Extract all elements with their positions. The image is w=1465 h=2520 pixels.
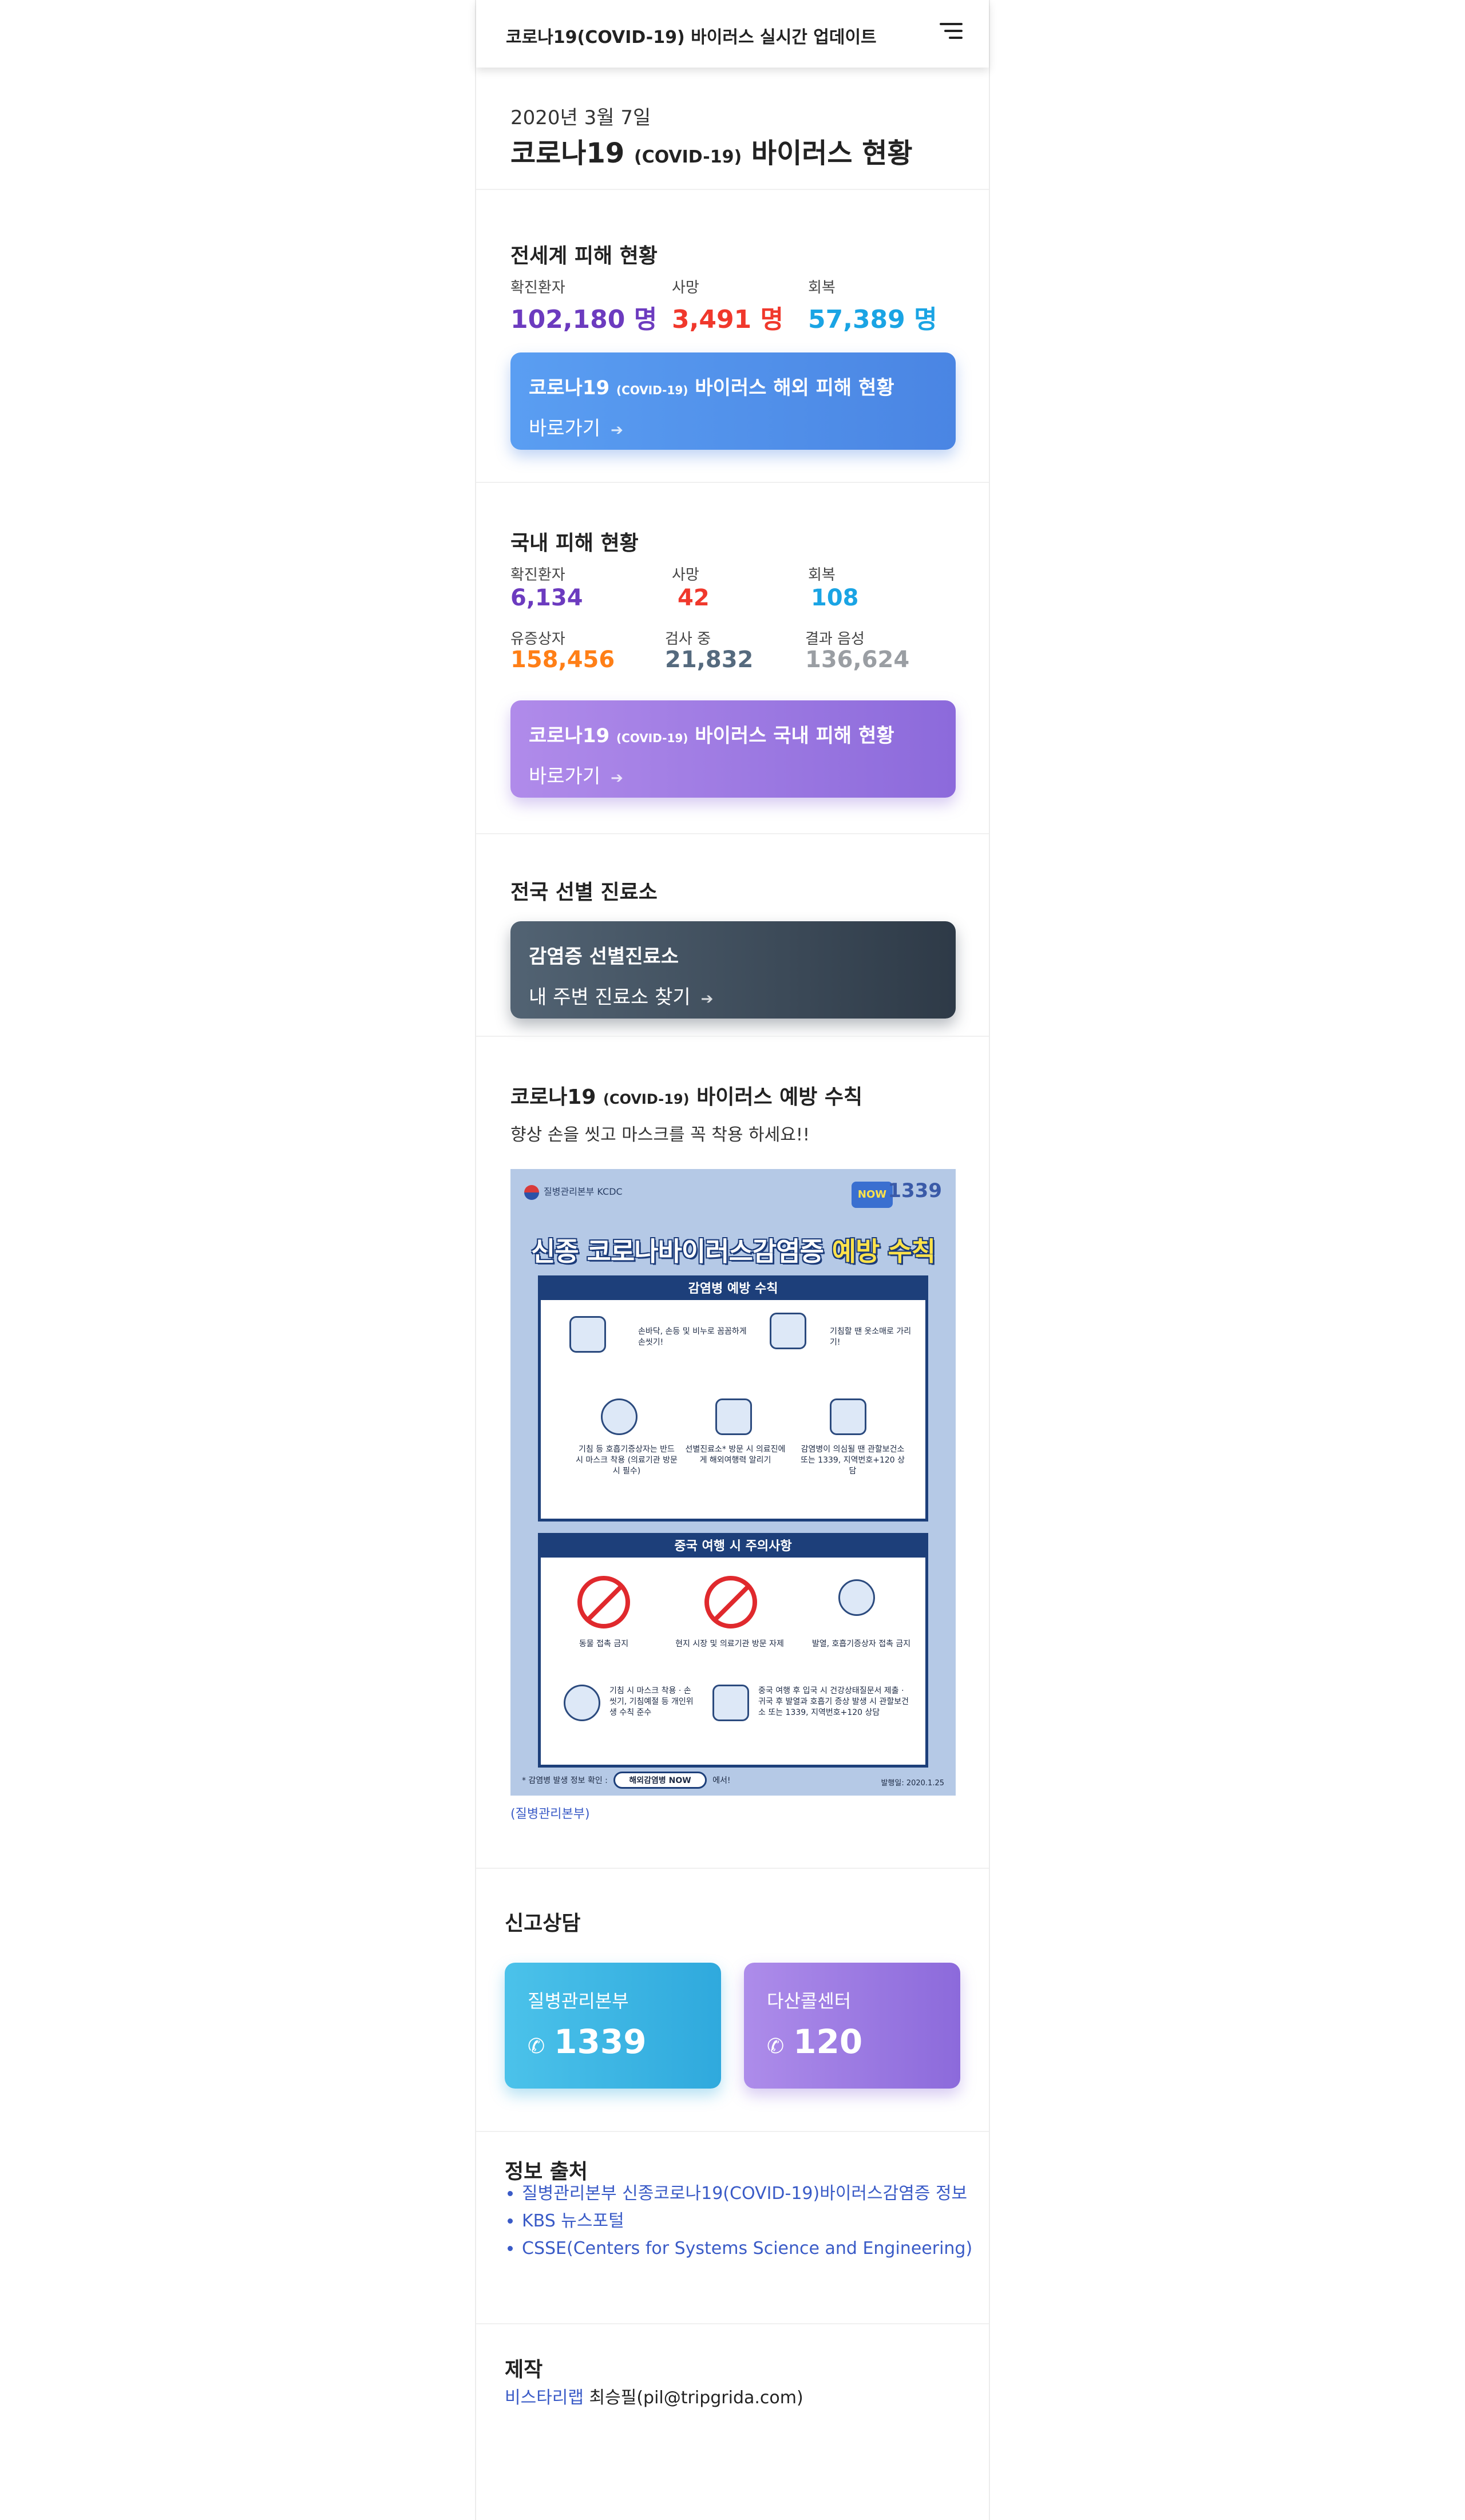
fever-person-icon	[838, 1579, 875, 1616]
domestic-suspected-value: 158,456	[510, 647, 615, 673]
domestic-recovered-value: 108	[811, 585, 859, 611]
source-link-csse[interactable]: CSSE(Centers for Systems Science and Eng…	[522, 2235, 972, 2263]
phone-icon: ✆	[528, 2035, 545, 2058]
travel-rule-market: 현지 시장 및 의료기관 방문 자제	[675, 1639, 784, 1649]
domestic-negative-value: 136,624	[805, 647, 910, 673]
cough-icon	[770, 1313, 806, 1349]
source-link-kcdc[interactable]: 질병관리본부 신종코로나19(COVID-19)바이러스감염증 정보	[522, 2180, 972, 2208]
world-heading: 전세계 피해 현황	[510, 244, 658, 268]
poster-source-link[interactable]: (질병관리본부)	[510, 1804, 590, 1822]
credits-org-link[interactable]: 비스타리랩	[505, 2388, 584, 2408]
travel-rule-return: 중국 여행 후 입국 시 건강상태질문서 제출 · 귀국 후 발열과 호흡기 증…	[758, 1686, 909, 1717]
kcdc-logo: 질병관리본부 KCDC	[524, 1184, 623, 1200]
credits-line: 비스타리랩 최승필(pil@tripgrida.com)	[505, 2383, 803, 2408]
page-container: 코로나19(COVID-19) 바이러스 실시간 업데이트 2020년 3월 7…	[475, 0, 990, 2520]
domestic-testing-value: 21,832	[665, 647, 754, 673]
public-health-icon	[830, 1398, 866, 1435]
prevention-heading: 코로나19 (COVID-19) 바이러스 예방 수칙	[510, 1085, 863, 1109]
rule-handwash: 손바닥, 손등 및 비누로 꼼꼼하게 손씻기!	[638, 1327, 747, 1347]
hospital-icon	[715, 1398, 752, 1435]
poster-title: 신종 코로나바이러스감염증 예방 수칙	[530, 1236, 936, 1267]
domestic-heading: 국내 피해 현황	[510, 532, 639, 555]
dasan-call-button[interactable]: 다산콜센터 ✆ 120	[744, 1963, 960, 2089]
dasan-call-label: 다산콜센터	[767, 1990, 852, 2012]
phone-icon: ✆	[767, 2035, 785, 2058]
rule-clinic: 선별진료소* 방문 시 의료진에게 해외여행력 알리기	[685, 1445, 786, 1465]
domestic-negative-label: 결과 음성	[805, 631, 865, 648]
source-link-kbs[interactable]: KBS 뉴스포털	[522, 2208, 972, 2235]
top-bar: 코로나19(COVID-19) 바이러스 실시간 업데이트	[476, 0, 989, 68]
domestic-card-link[interactable]: 바로가기 ➔	[529, 760, 937, 789]
arrow-right-icon: ➔	[611, 422, 623, 439]
world-deaths-value: 3,491 명	[672, 305, 783, 334]
domestic-deaths-value: 42	[678, 585, 710, 611]
travel-precautions-heading: 중국 여행 시 주의사항	[541, 1536, 925, 1558]
no-animal-contact-icon	[577, 1576, 630, 1629]
poster-date: 발행일: 2020.1.25	[881, 1779, 944, 1788]
travel-rule-fever: 발열, 호흡기증상자 접촉 금지	[811, 1639, 911, 1649]
kcdc-call-number: ✆ 1339	[528, 2022, 647, 2061]
domestic-suspected-label: 유증상자	[510, 631, 565, 648]
report-heading: 신고상담	[505, 1912, 581, 1935]
travel-rule-hygiene: 기침 시 마스크 착용 · 손씻기, 기침예절 등 개인위생 수칙 준수	[609, 1686, 694, 1717]
world-confirmed-label: 확진환자	[510, 279, 565, 296]
clinic-heading: 전국 선별 진료소	[510, 881, 658, 904]
dasan-call-number: ✆ 120	[767, 2022, 863, 2061]
sources-list: 질병관리본부 신종코로나19(COVID-19)바이러스감염증 정보 KBS 뉴…	[505, 2180, 972, 2263]
arrow-right-icon: ➔	[611, 770, 623, 787]
domestic-confirmed-value: 6,134	[510, 585, 583, 611]
page-title: 코로나19 (COVID-19) 바이러스 현황	[510, 137, 913, 169]
domestic-card-title: 코로나19 (COVID-19) 바이러스 국내 피해 현황	[529, 724, 894, 747]
prevention-rules-box: 감염병 예방 수칙 손바닥, 손등 및 비누로 꼼꼼하게 손씻기! 기침할 땐 …	[538, 1275, 928, 1521]
prevention-subtitle: 향상 손을 씻고 마스크를 꼭 착용 하세요!!	[510, 1125, 810, 1145]
travel-precautions-box: 중국 여행 시 주의사항 동물 접촉 금지 현지 시장 및 의료기관 방문 자제…	[538, 1533, 928, 1768]
poster-footer: * 감염병 발생 정보 확인 : 해외감염병 NOW 에서!	[522, 1772, 731, 1789]
passport-icon	[712, 1685, 749, 1721]
mask-person-icon	[601, 1398, 638, 1435]
domestic-detail-card[interactable]: 코로나19 (COVID-19) 바이러스 국내 피해 현황 바로가기 ➔	[510, 700, 956, 798]
clinic-finder-card[interactable]: 감염증 선별진료소 내 주변 진료소 찾기 ➔	[510, 921, 956, 1019]
world-recovered-label: 회복	[808, 279, 836, 296]
world-confirmed-value: 102,180 명	[510, 305, 658, 334]
prevention-rules-heading: 감염병 예방 수칙	[541, 1278, 925, 1300]
world-recovered-value: 57,389 명	[808, 305, 937, 334]
hamburger-menu-icon[interactable]	[940, 23, 963, 40]
travel-rule-animal: 동물 접촉 금지	[579, 1639, 629, 1649]
world-detail-card[interactable]: 코로나19 (COVID-19) 바이러스 해외 피해 현황 바로가기 ➔	[510, 352, 956, 450]
domestic-deaths-label: 사망	[672, 566, 699, 584]
world-section: 전세계 피해 현황 확진환자 사망 회복 102,180 명 3,491 명 5…	[476, 189, 989, 482]
mask-travel-icon	[564, 1685, 600, 1721]
rule-cough: 기침할 땐 옷소매로 가리기!	[830, 1327, 912, 1347]
kcdc-call-label: 질병관리본부	[528, 1990, 629, 2012]
handwash-icon	[569, 1316, 606, 1353]
credits-heading: 제작	[505, 2358, 543, 2382]
app-title: 코로나19(COVID-19) 바이러스 실시간 업데이트	[506, 27, 877, 47]
prevention-poster: 질병관리본부 KCDC NOW 1339 신종 코로나바이러스감염증 예방 수칙…	[510, 1169, 956, 1796]
arrow-right-icon: ➔	[700, 990, 714, 1008]
domestic-section: 국내 피해 현황 확진환자 사망 회복 6,134 42 108 유증상자 검사…	[476, 482, 989, 833]
world-card-title: 코로나19 (COVID-19) 바이러스 해외 피해 현황	[529, 377, 894, 399]
now-badge: NOW	[852, 1182, 893, 1208]
kcdc-call-button[interactable]: 질병관리본부 ✆ 1339	[505, 1963, 721, 2089]
overseas-disease-now-badge: 해외감염병 NOW	[613, 1772, 707, 1789]
clinic-card-link[interactable]: 내 주변 진료소 찾기 ➔	[529, 981, 937, 1009]
rule-consult: 감염병이 의심될 땐 관할보건소 또는 1339, 지역번호+120 상담	[800, 1445, 905, 1476]
domestic-testing-label: 검사 중	[665, 631, 711, 648]
domestic-recovered-label: 회복	[808, 566, 836, 584]
domestic-confirmed-label: 확진환자	[510, 566, 565, 584]
logo-1339: 1339	[888, 1179, 942, 1202]
world-card-link[interactable]: 바로가기 ➔	[529, 413, 937, 441]
world-deaths-label: 사망	[672, 279, 699, 296]
clinic-card-title: 감염증 선별진료소	[529, 945, 679, 968]
credits-section: 제작	[476, 2323, 989, 2520]
no-market-icon	[704, 1576, 757, 1629]
current-date: 2020년 3월 7일	[510, 106, 651, 129]
credits-person: 최승필(pil@tripgrida.com)	[589, 2388, 803, 2408]
clinic-section: 전국 선별 진료소 감염증 선별진료소 내 주변 진료소 찾기 ➔	[476, 833, 989, 1036]
rule-mask: 기침 등 호흡기증상자는 반드시 마스크 착용 (의료기관 방문 시 필수)	[576, 1445, 678, 1476]
